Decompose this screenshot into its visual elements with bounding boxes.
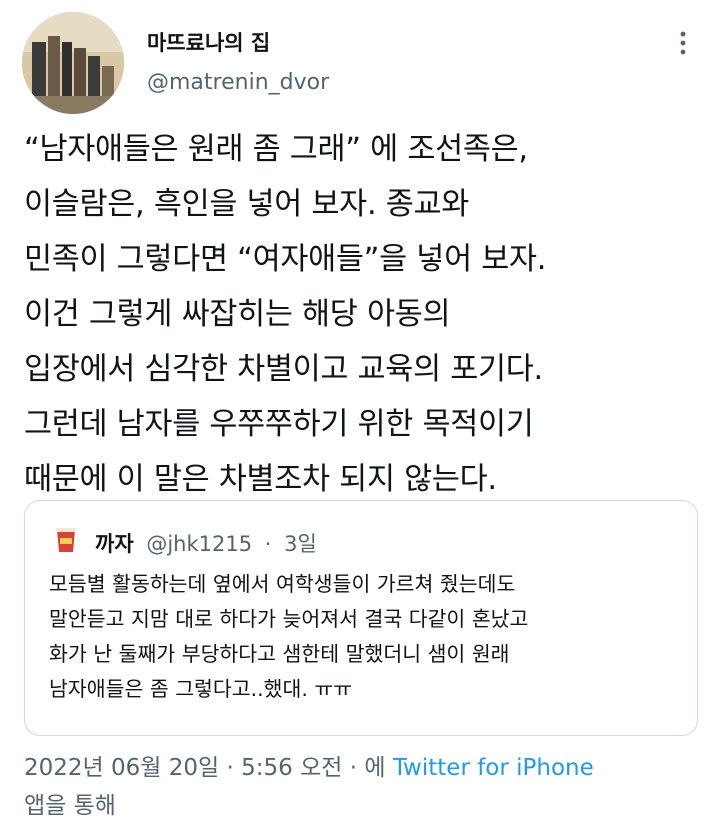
quoted-handle: @jhk1215 — [146, 532, 253, 556]
quoted-line: 남자애들은 좀 그렇다고..했대. ㅠㅠ — [49, 677, 353, 701]
quoted-text: 모듬별 활동하는데 옆에서 여학생들이 가르쳐 줬는데도 말안듣고 지맘 대로 … — [49, 567, 689, 707]
tweet-line: 이슬람은, 흑인을 넣어 보자. 종교와 — [24, 187, 470, 222]
quoted-tweet-card[interactable]: 까자 @jhk1215 · 3일 모듬별 활동하는데 옆에서 여학생들이 가르쳐… — [24, 500, 698, 736]
quoted-display-name: 까자 — [95, 532, 134, 556]
quoted-line: 말안듣고 지맘 대로 하다가 늦어져서 결국 다같이 혼났고 — [49, 607, 529, 631]
quoted-time: 3일 — [284, 532, 317, 556]
quoted-line: 화가 난 둘째가 부당하다고 샘한테 말했더니 샘이 원래 — [49, 642, 510, 666]
via-prefix: · 에 — [349, 755, 386, 781]
quoted-separator: · — [264, 532, 272, 556]
tweet-time[interactable]: 5:56 오전 — [241, 755, 342, 781]
more-options-button[interactable] — [662, 28, 704, 58]
via-suffix: 앱을 통해 — [24, 793, 116, 819]
source-link[interactable]: Twitter for iPhone — [393, 755, 594, 781]
tweet-line: 입장에서 심각한 차별이고 교육의 포기다. — [24, 352, 543, 387]
tweet-line: 때문에 이 말은 차별조차 되지 않는다. — [24, 462, 497, 497]
quoted-author-avatar — [49, 522, 83, 556]
author-display-name[interactable]: 마뜨료나의 집 — [147, 27, 270, 57]
meta-separator: · — [226, 755, 234, 781]
tweet-line: “남자애들은 원래 좀 그래” 에 조선족은, — [24, 132, 528, 167]
avatar-image — [22, 12, 124, 114]
tweet-line: 민족이 그렇다면 “여자애들”을 넣어 보자. — [24, 242, 547, 277]
cup-icon — [49, 522, 83, 556]
tweet-date[interactable]: 2022년 06월 20일 — [24, 755, 219, 781]
quoted-header: 까자 @jhk1215 · 3일 — [95, 528, 317, 558]
quoted-line: 모듬별 활동하는데 옆에서 여학생들이 가르쳐 줬는데도 — [49, 572, 516, 596]
tweet-text: “남자애들은 원래 좀 그래” 에 조선족은, 이슬람은, 흑인을 넣어 보자.… — [24, 122, 704, 507]
tweet-meta: 2022년 06월 20일 · 5:56 오전 · 에 Twitter for … — [24, 748, 594, 782]
author-avatar[interactable] — [22, 12, 124, 114]
tweet-line: 그런데 남자를 우쭈쭈하기 위한 목적이기 — [24, 407, 534, 442]
tweet-line: 이건 그렇게 싸잡히는 해당 아동의 — [24, 297, 451, 332]
author-handle[interactable]: @matrenin_dvor — [147, 70, 329, 95]
more-vertical-icon — [680, 31, 686, 55]
